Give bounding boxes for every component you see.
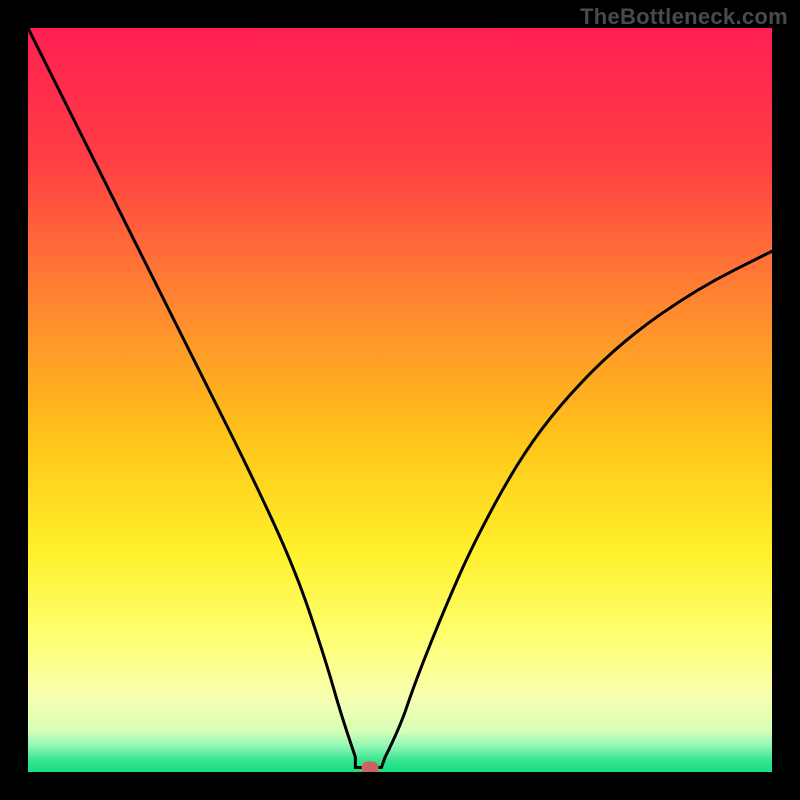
chart-frame: TheBottleneck.com	[0, 0, 800, 800]
optimal-point-marker	[362, 761, 379, 772]
plot-area	[28, 28, 772, 772]
bottleneck-curve	[28, 28, 772, 772]
watermark-text: TheBottleneck.com	[580, 4, 788, 30]
